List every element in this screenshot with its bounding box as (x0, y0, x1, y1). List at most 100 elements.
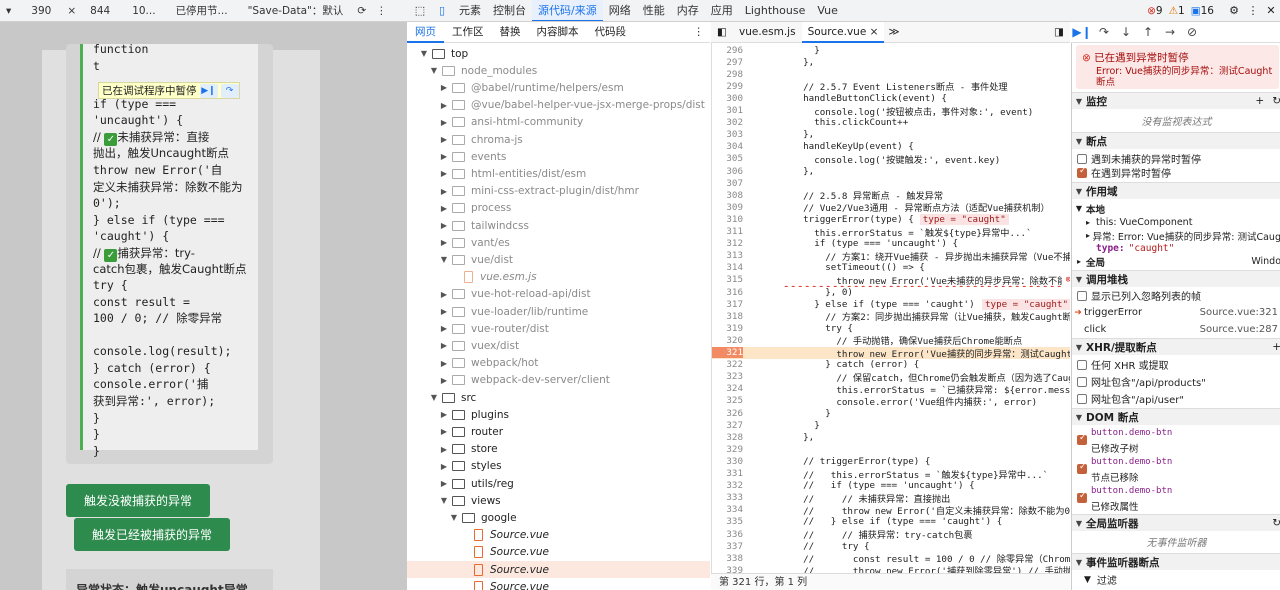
throttle-select[interactable]: 已停用节... (176, 3, 228, 18)
resume-icon[interactable]: ▶❙ (199, 83, 218, 98)
line-number[interactable]: 329 (712, 444, 743, 455)
show-ignored-checkbox[interactable] (1077, 290, 1087, 301)
xhr-user-row[interactable]: 网址包含"/api/user" (1072, 391, 1280, 406)
warning-count-badge[interactable]: ⚠1 (1169, 5, 1185, 17)
code-editor[interactable]: 296 } 297 }, 298 299 // 2.5.7 Event Listene… (711, 43, 1070, 573)
xhr-any-checkbox[interactable] (1077, 359, 1087, 370)
editor-tab-source-vue[interactable]: Source.vue × (801, 21, 885, 43)
xhr-any-row[interactable]: 任何 XHR 或提取 (1072, 357, 1280, 372)
code-line[interactable]: 321 throw new Error('Vue捕获的同步异常：测试Caught… (712, 346, 1070, 360)
dom-bp-2-checkbox[interactable] (1077, 462, 1087, 474)
settings-gear-icon[interactable]: ⚙ (1224, 4, 1244, 17)
line-number[interactable]: 337 (712, 541, 743, 552)
line-number[interactable]: 305 (712, 153, 743, 164)
line-number[interactable]: 339 (712, 565, 743, 573)
line-number[interactable]: 331 (712, 468, 743, 479)
kebab-menu-icon[interactable]: ⋮ (1244, 4, 1262, 17)
tree-folder[interactable]: ▶ @vue/babel-helper-vue-jsx-merge-props/d… (407, 97, 710, 114)
tree-folder[interactable]: ▶ process (407, 200, 710, 217)
tree-file[interactable]: vue.esm.js (407, 269, 710, 286)
editor-tab-vue-esm[interactable]: vue.esm.js (733, 22, 802, 43)
dom-bp-3[interactable]: button.demo-btn 已修改属性 (1072, 485, 1280, 513)
line-number[interactable]: 313 (712, 250, 743, 261)
line-number[interactable]: 296 (712, 45, 743, 56)
code-line[interactable]: 309 // Vue2/Vue3通用 - 异常断点方法（适配Vue捕获机制） (712, 201, 1070, 215)
add-watch-icon[interactable]: + (1255, 95, 1264, 107)
line-number[interactable]: 308 (712, 190, 743, 201)
code-line[interactable]: 315 throw new Error('Vue未捕获的异步异常：除数不能为0'… (712, 274, 1070, 287)
tree-folder[interactable]: ▶ events (407, 148, 710, 165)
step-into-icon[interactable]: ↓ (1115, 25, 1137, 39)
tree-folder[interactable]: ▼ src (407, 389, 710, 406)
tree-folder[interactable]: ▶ store (407, 441, 710, 458)
dom-bp-2[interactable]: button.demo-btn 节点已移除 (1072, 456, 1280, 484)
tab-lighthouse[interactable]: Lighthouse (739, 0, 812, 21)
toggle-debugger-icon[interactable]: ◨ (1048, 26, 1070, 38)
scope-local[interactable]: ▼ 本地 (1072, 201, 1280, 216)
code-line[interactable]: 299 // 2.5.7 Event Listeners断点 - 事件处理 (712, 80, 1070, 94)
code-line[interactable]: 303 }, (712, 129, 1070, 141)
section-scope[interactable]: ▼ 作用域 (1072, 182, 1280, 199)
line-number[interactable]: 307 (712, 178, 743, 189)
tab-content-scripts[interactable]: 内容脚本 (529, 22, 587, 43)
bp-uncaught-checkbox[interactable] (1077, 153, 1087, 164)
code-line[interactable]: 297 }, (712, 56, 1070, 68)
tree-file[interactable]: Source.vue (407, 527, 710, 544)
line-number[interactable]: 325 (712, 395, 743, 406)
device-menu-arrow[interactable]: ▾ (6, 5, 11, 17)
line-number[interactable]: 311 (712, 226, 743, 237)
section-xhr-breakpoints[interactable]: ▼XHR/提取断点+ (1072, 338, 1280, 355)
tree-folder[interactable]: ▶ ansi-html-community (407, 114, 710, 131)
xhr-products-checkbox[interactable] (1077, 376, 1087, 387)
line-number[interactable]: 301 (712, 105, 743, 116)
tree-folder[interactable]: ▶ webpack/hot (407, 355, 710, 372)
code-line[interactable]: 325 console.error('Vue组件内捕获:', error) (712, 395, 1070, 408)
code-line[interactable]: 327 } (712, 419, 1070, 431)
line-number[interactable]: 318 (712, 311, 743, 322)
zoom-select[interactable]: 10... (132, 5, 155, 17)
call-frame-2[interactable]: click Source.vue:287 (1072, 322, 1280, 337)
line-number[interactable]: 300 (712, 93, 743, 104)
close-tab-icon[interactable]: × (870, 26, 879, 38)
tree-file[interactable]: Source.vue (407, 544, 710, 561)
section-dom-breakpoints[interactable]: ▼ DOM 断点 (1072, 408, 1280, 425)
line-number[interactable]: 320 (712, 335, 743, 346)
tree-folder[interactable]: ▼ top (407, 45, 710, 62)
line-number[interactable]: 297 (712, 57, 743, 68)
line-number[interactable]: 336 (712, 529, 743, 540)
save-data-select[interactable]: "Save-Data"：默认 (248, 3, 344, 18)
line-number[interactable]: 326 (712, 408, 743, 419)
navigator-more-icon[interactable]: ⋮ (694, 26, 705, 38)
tree-folder[interactable]: ▶ vuex/dist (407, 337, 710, 354)
line-number[interactable]: 327 (712, 420, 743, 431)
line-number[interactable]: 303 (712, 129, 743, 140)
dom-bp-1-checkbox[interactable] (1077, 433, 1087, 445)
tab-elements[interactable]: 元素 (453, 0, 487, 21)
bp-caught-row[interactable]: 在遇到异常时暂停 (1072, 165, 1280, 180)
width-input[interactable]: 390 (31, 5, 51, 17)
line-number[interactable]: 304 (712, 141, 743, 152)
line-number[interactable]: 323 (712, 371, 743, 382)
tab-sources[interactable]: 源代码/来源 (532, 0, 603, 21)
tab-memory[interactable]: 内存 (671, 0, 705, 21)
section-call-stack[interactable]: ▼ 调用堆栈 (1072, 270, 1280, 287)
line-number[interactable]: 312 (712, 238, 743, 249)
code-line[interactable]: 318 // 方案2：同步抛出捕获异常（让Vue捕获，触发Caught断点） (712, 310, 1070, 324)
step-icon[interactable]: → (1159, 25, 1181, 39)
inspect-icon[interactable]: ⬚ (409, 4, 431, 17)
section-global-listeners[interactable]: ▼全局监听器↻ (1072, 514, 1280, 531)
tab-application[interactable]: 应用 (705, 0, 739, 21)
scope-global[interactable]: ▸ 全局 Windo (1072, 254, 1280, 269)
error-count-badge[interactable]: ⊗9 (1147, 5, 1163, 17)
tree-folder[interactable]: ▼ views (407, 492, 710, 509)
line-number[interactable]: 333 (712, 492, 743, 503)
event-filter-input[interactable]: 过滤 (1097, 572, 1117, 587)
tree-folder[interactable]: ▶ vue-router/dist (407, 320, 710, 337)
toggle-navigator-icon[interactable]: ◧ (711, 26, 733, 38)
step-over-icon[interactable]: ↷ (1093, 25, 1115, 39)
tab-workspace[interactable]: 工作区 (444, 22, 492, 43)
tree-folder[interactable]: ▶ chroma-js (407, 131, 710, 148)
tree-folder[interactable]: ▶ mini-css-extract-plugin/dist/hmr (407, 183, 710, 200)
step-over-icon[interactable]: ↷ (220, 83, 239, 98)
show-ignored-frames-row[interactable]: 显示已列入忽略列表的帧 (1072, 288, 1280, 303)
